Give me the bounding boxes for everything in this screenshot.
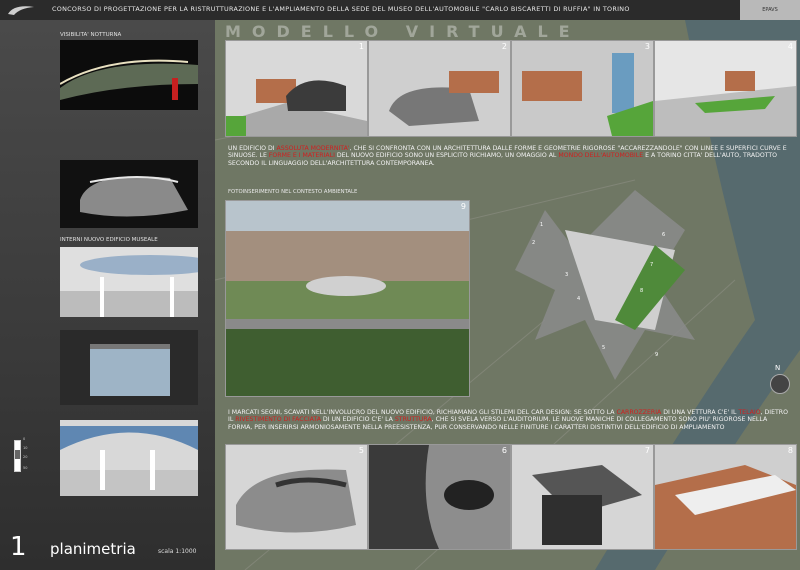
museum-logo-icon (8, 6, 34, 16)
entry-code: EPAVS (740, 0, 800, 20)
highlighted-text: ASSOLUTA MODERNITA' (276, 145, 350, 152)
highlighted-text: RIVESTIMENTO DI FACCIATA (235, 416, 321, 424)
detail-number: 7 (644, 446, 650, 455)
model-number: 4 (787, 42, 793, 51)
detail-view-5: 5 (225, 444, 368, 550)
aerial-photo: 9 (225, 200, 470, 397)
detail-view-8: 8 (654, 444, 797, 550)
night-view-image-1 (60, 40, 198, 110)
detail-view-6: 6 (368, 444, 511, 550)
site-view-marker: 6 (662, 232, 666, 238)
interior-image-1 (60, 247, 198, 317)
plan-title: planimetria (50, 540, 136, 558)
night-view-label: VISIBILITA' NOTTURNA (60, 32, 122, 38)
compass-icon (770, 374, 790, 394)
site-view-marker: 5 (602, 345, 606, 351)
paragraph-text: I MARCATI SEGNI, SCAVATI NELL'INVOLUCRO … (228, 409, 617, 416)
detail-number: 8 (787, 446, 793, 455)
model-number: 3 (644, 42, 650, 51)
model-number: 2 (501, 42, 507, 51)
site-view-marker: 7 (650, 262, 654, 268)
highlighted-text: STRUTTURA (394, 416, 432, 424)
night-view-image-2 (60, 160, 198, 228)
interior-image-2 (60, 330, 198, 405)
photo-insertion-label: FOTOINSERIMENTO NEL CONTESTO AMBIENTALE (228, 189, 358, 195)
detail-view-7: 7 (511, 444, 654, 550)
paragraph-text: DEL NUOVO EDIFICIO SONO UN ESPLICITO RIC… (334, 152, 559, 160)
site-view-marker: 1 (540, 222, 544, 228)
model-number: 1 (358, 42, 364, 51)
site-view-marker: 9 (655, 352, 659, 358)
scale-legend (14, 440, 21, 472)
page-title: CONCORSO DI PROGETTAZIONE PER LA RISTRUT… (52, 5, 630, 13)
photo-number: 9 (460, 202, 466, 211)
virtual-model-title: MODELLO VIRTUALE (225, 22, 581, 41)
legend-tick: 20 (23, 455, 28, 459)
site-view-marker: 4 (577, 296, 581, 302)
paragraph-text: DI UNA VETTURA C'E' IL (661, 409, 739, 416)
model-view-4: 4 (654, 40, 797, 137)
paragraph-text: UN EDIFICIO DI (228, 145, 277, 152)
description-paragraph-2: I MARCATI SEGNI, SCAVATI NELL'INVOLUCRO … (228, 409, 793, 431)
scale-text: scala 1:1000 (158, 548, 197, 555)
description-paragraph-1: UN EDIFICIO DI ASSOLUTA MODERNITA', CHE … (228, 145, 793, 167)
highlighted-text: MONDO DELL'AUTOMOBILE (558, 152, 644, 160)
detail-number: 6 (501, 446, 507, 455)
paragraph-text: DI UN EDIFICIO C'E' LA (320, 416, 395, 424)
model-view-1: 1 (225, 40, 368, 137)
site-view-marker: 2 (532, 240, 536, 246)
legend-tick: 0 (23, 437, 26, 441)
legend-tick: 50 (23, 466, 28, 470)
interior-image-3 (60, 420, 198, 496)
highlighted-text: FORME E I MATERIALI (268, 152, 335, 160)
legend-tick: 10 (23, 446, 28, 450)
sheet-number: 1 (10, 532, 27, 562)
header-bar: CONCORSO DI PROGETTAZIONE PER LA RISTRUT… (0, 0, 800, 20)
detail-number: 5 (358, 446, 364, 455)
site-view-marker: 8 (640, 288, 644, 294)
model-view-3: 3 (511, 40, 654, 137)
highlighted-text: CARROZZERIA (616, 409, 662, 416)
site-view-marker: 3 (565, 272, 569, 278)
compass-north-label: N (775, 364, 781, 372)
highlighted-text: TELAIO (738, 409, 761, 416)
interiors-label: INTERNI NUOVO EDIFICIO MUSEALE (60, 237, 158, 243)
model-view-2: 2 (368, 40, 511, 137)
